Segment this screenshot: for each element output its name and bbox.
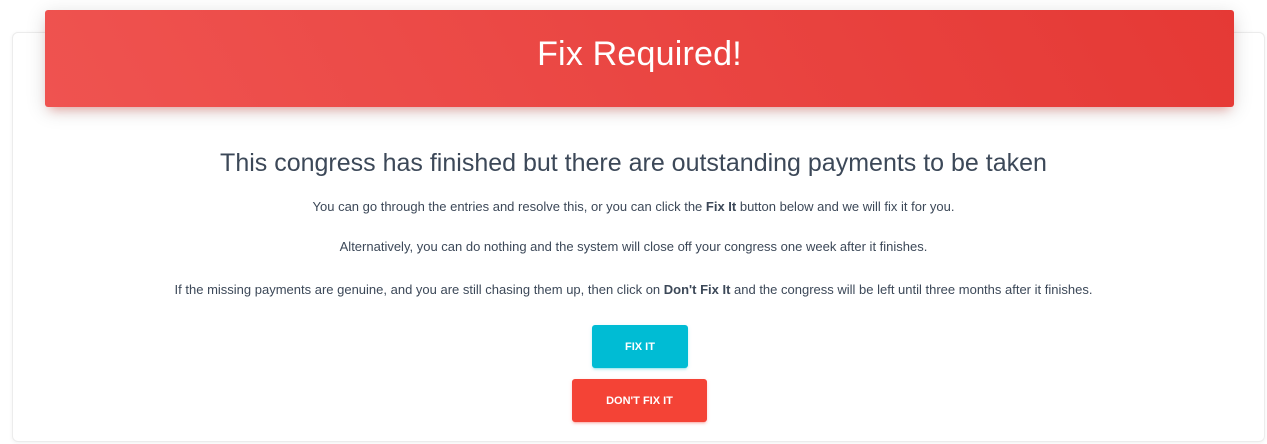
dont-fix-it-emphasis: Don't Fix It	[663, 282, 731, 297]
instructions-text-start: You can go through the entries and resol…	[312, 199, 706, 214]
card-header: Fix Required!	[45, 10, 1234, 107]
fix-it-button[interactable]: FIX IT	[592, 325, 688, 368]
card-body: This congress has finished but there are…	[0, 146, 1267, 297]
page-title: Fix Required!	[537, 35, 742, 73]
missing-payments-text-end: and the congress will be left until thre…	[730, 282, 1093, 297]
instructions-paragraph: You can go through the entries and resol…	[0, 198, 1267, 216]
instructions-text-end: button below and we will fix it for you.	[736, 199, 955, 214]
missing-payments-text-start: If the missing payments are genuine, and…	[174, 282, 664, 297]
dont-fix-it-button[interactable]: DON'T FIX IT	[572, 379, 707, 422]
fix-it-emphasis: Fix It	[705, 199, 737, 214]
missing-payments-paragraph: If the missing payments are genuine, and…	[0, 281, 1267, 299]
subtitle: This congress has finished but there are…	[220, 149, 1047, 177]
alternative-paragraph: Alternatively, you can do nothing and th…	[339, 239, 928, 254]
